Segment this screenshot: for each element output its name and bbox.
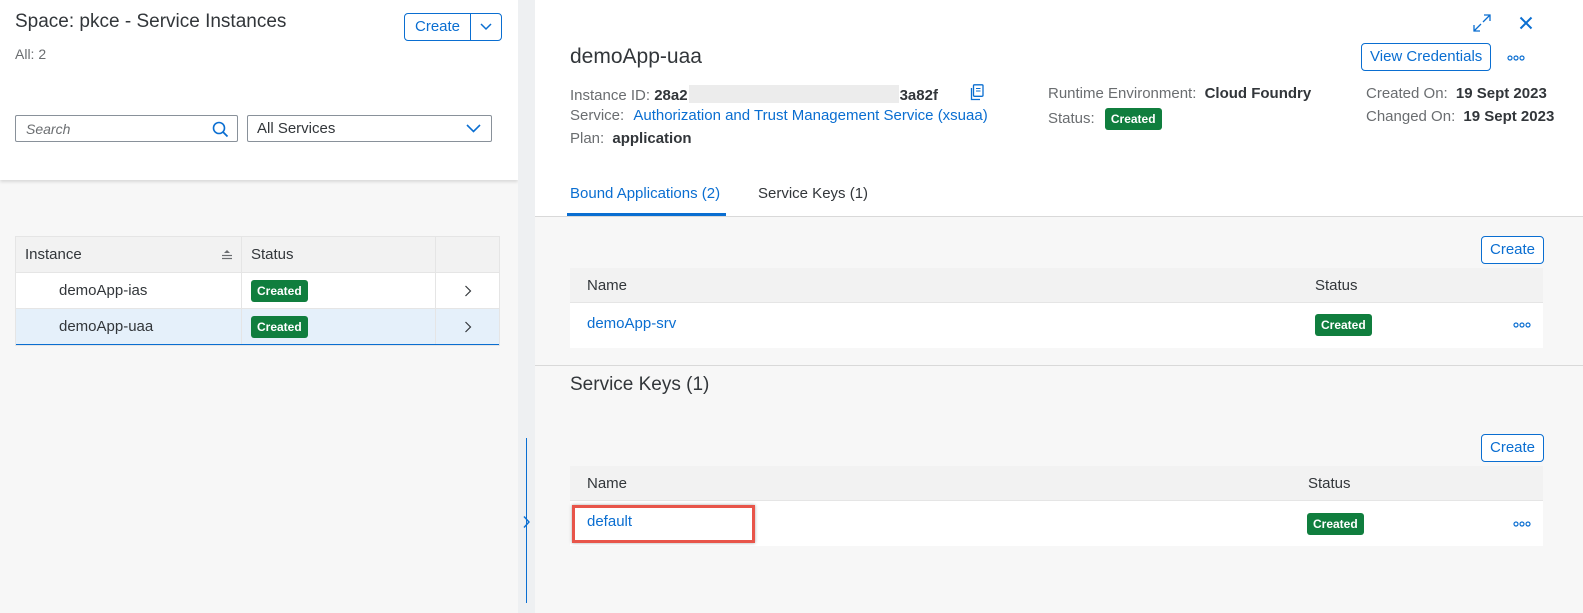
table-row-selected[interactable]: demoApp-uaa Created: [16, 309, 499, 345]
tab-bound-applications[interactable]: Bound Applications (2): [570, 185, 720, 202]
runtime-field: Runtime Environment: Cloud Foundry: [1048, 85, 1312, 102]
highlight-annotation: [572, 505, 755, 543]
table-row[interactable]: demoApp-srv Created: [570, 303, 1543, 348]
redacted-block: [688, 85, 899, 103]
plan-field: Plan: application: [570, 130, 692, 147]
service-instances-panel: Space: pkce - Service Instances All: 2 C…: [0, 0, 518, 613]
instance-id-start: 28a2: [654, 87, 688, 104]
service-keys-title: Service Keys (1): [570, 374, 710, 395]
instances-table: Instance Status demoApp-ias Created demo…: [15, 236, 500, 346]
table-header: Instance Status: [16, 237, 499, 273]
instance-name: demoApp-uaa: [59, 318, 154, 335]
status-badge: Created: [1315, 314, 1372, 336]
column-header-nav: [436, 237, 499, 272]
service-filter-value: All Services: [257, 120, 336, 137]
column-header-name: Name: [587, 475, 628, 492]
chevron-right-icon[interactable]: [464, 285, 472, 297]
create-service-key-button[interactable]: Create: [1481, 434, 1545, 462]
close-icon[interactable]: [1519, 16, 1533, 30]
create-binding-button[interactable]: Create: [1481, 236, 1545, 264]
view-credentials-button[interactable]: View Credentials: [1361, 43, 1492, 71]
instance-count: All: 2: [15, 46, 47, 62]
instance-name: demoApp-ias: [59, 282, 148, 299]
create-button[interactable]: Create: [405, 14, 472, 40]
copy-icon[interactable]: [969, 84, 984, 101]
more-options-icon[interactable]: [1513, 521, 1531, 527]
tab-service-keys[interactable]: Service Keys (1): [758, 185, 868, 202]
chevron-down-icon: [466, 124, 481, 133]
table-row[interactable]: demoApp-ias Created: [16, 273, 499, 309]
status-badge: Created: [251, 279, 308, 302]
detail-title: demoApp-uaa: [570, 45, 702, 68]
changed-on-field: Changed On: 19 Sept 2023: [1366, 108, 1555, 125]
more-options-icon[interactable]: [1507, 55, 1525, 61]
column-header-status: Status: [242, 237, 436, 272]
bound-applications-table: Name Status demoApp-srv Created: [570, 268, 1543, 348]
detail-header: demoApp-uaa View Credentials Instance ID…: [535, 0, 1583, 217]
status-field: Status: Created: [1048, 108, 1162, 130]
search-icon[interactable]: [212, 121, 229, 138]
chevron-right-icon[interactable]: [522, 515, 531, 529]
search-field: [15, 115, 238, 142]
created-on-field: Created On: 19 Sept 2023: [1366, 85, 1547, 102]
instance-detail-panel: demoApp-uaa View Credentials Instance ID…: [535, 0, 1583, 613]
page-title: Space: pkce - Service Instances: [15, 11, 287, 32]
search-input[interactable]: [16, 116, 201, 141]
more-options-icon[interactable]: [1513, 322, 1531, 328]
chevron-right-icon[interactable]: [464, 321, 472, 333]
sort-icon: [222, 250, 232, 260]
column-header-name: Name: [587, 277, 628, 294]
active-tab-indicator: [567, 213, 726, 216]
status-badge: Created: [1307, 513, 1364, 535]
instance-id-end: 3a82f: [899, 87, 938, 104]
column-header-instance[interactable]: Instance: [16, 237, 242, 272]
section-divider: [535, 365, 1583, 366]
fullscreen-icon[interactable]: [1473, 14, 1491, 32]
panel-splitter[interactable]: [518, 0, 535, 613]
table-header: Name Status: [570, 466, 1543, 501]
status-badge: Created: [251, 315, 308, 338]
left-panel-header: Space: pkce - Service Instances All: 2 C…: [0, 0, 518, 180]
column-header-status: Status: [1308, 475, 1351, 492]
column-header-status: Status: [1315, 277, 1358, 294]
service-field: Service: Authorization and Trust Managem…: [570, 107, 988, 124]
create-menu-arrow[interactable]: [471, 14, 501, 40]
service-filter-select[interactable]: All Services: [247, 115, 492, 142]
instance-id-field: Instance ID: 28a2 3a82f: [570, 85, 938, 104]
service-link[interactable]: Authorization and Trust Management Servi…: [633, 107, 987, 124]
app-link[interactable]: demoApp-srv: [587, 315, 676, 332]
chevron-down-icon: [480, 23, 492, 31]
status-badge: Created: [1104, 108, 1162, 130]
table-header: Name Status: [570, 268, 1543, 303]
create-split-button: Create: [404, 13, 503, 41]
